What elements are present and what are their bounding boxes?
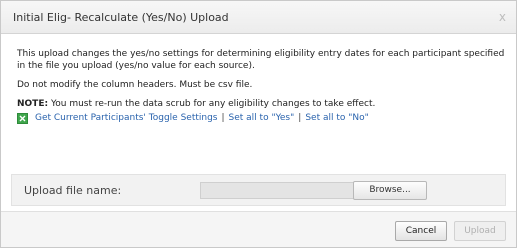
links-row: Get Current Participants' Toggle Setting… bbox=[17, 112, 506, 124]
note-text: You must re-run the data scrub for any e… bbox=[48, 99, 376, 109]
link-separator: | bbox=[298, 113, 302, 123]
dialog-titlebar: Initial Elig- Recalculate (Yes/No) Uploa… bbox=[1, 1, 516, 34]
get-toggle-settings-link[interactable]: Get Current Participants' Toggle Setting… bbox=[35, 112, 217, 124]
upload-file-row: Upload file name: Browse... bbox=[11, 174, 506, 206]
dialog-footer: Cancel Upload bbox=[1, 211, 516, 247]
intro-text: This upload changes the yes/no settings … bbox=[17, 49, 505, 71]
link-separator: | bbox=[221, 113, 225, 123]
browse-button[interactable]: Browse... bbox=[353, 180, 427, 200]
upload-file-label: Upload file name: bbox=[24, 183, 122, 197]
set-all-yes-link[interactable]: Set all to "Yes" bbox=[229, 112, 295, 124]
upload-dialog: Initial Elig- Recalculate (Yes/No) Uploa… bbox=[0, 0, 517, 248]
set-all-no-link[interactable]: Set all to "No" bbox=[305, 112, 368, 124]
instruction-text: Do not modify the column headers. Must b… bbox=[17, 80, 253, 90]
close-icon[interactable]: x bbox=[499, 11, 506, 23]
upload-button[interactable]: Upload bbox=[454, 221, 506, 241]
note-paragraph: NOTE: You must re-run the data scrub for… bbox=[17, 98, 506, 110]
note-label: NOTE: bbox=[17, 99, 49, 109]
file-name-field[interactable] bbox=[200, 181, 354, 199]
excel-icon bbox=[17, 112, 28, 124]
dialog-content: This upload changes the yes/no settings … bbox=[1, 34, 516, 124]
cancel-button[interactable]: Cancel bbox=[395, 221, 447, 241]
dialog-title: Initial Elig- Recalculate (Yes/No) Uploa… bbox=[13, 10, 229, 24]
